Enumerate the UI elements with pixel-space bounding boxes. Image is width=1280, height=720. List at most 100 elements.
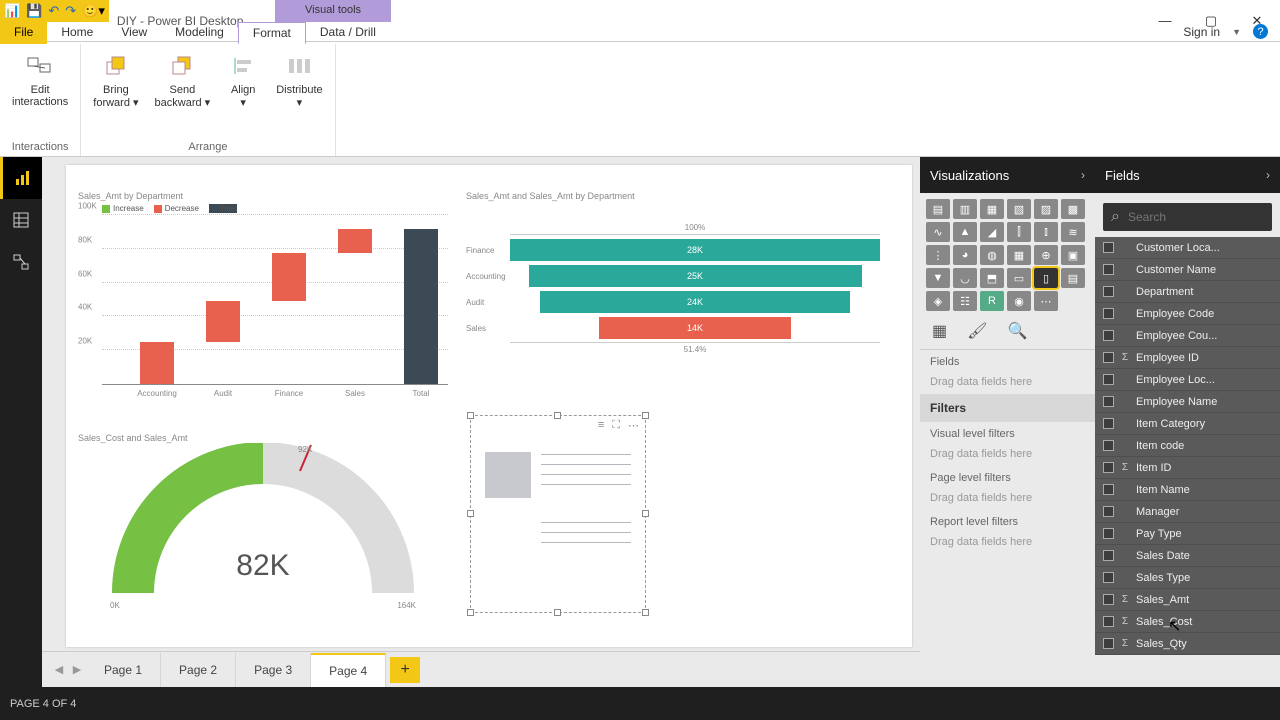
- field-item[interactable]: Item Category: [1095, 413, 1280, 435]
- field-item[interactable]: Department: [1095, 281, 1280, 303]
- emoji-icon[interactable]: 🙂▾: [82, 3, 105, 19]
- field-item[interactable]: Customer Name: [1095, 259, 1280, 281]
- gauge-chart[interactable]: Sales_Cost and Sales_Amt 92K 82K 0K164K: [78, 433, 448, 633]
- vis-line-column-icon[interactable]: ⫿: [1007, 222, 1031, 242]
- vis-clustered-column-icon[interactable]: ▧: [1007, 199, 1031, 219]
- chevron-down-icon[interactable]: ▼: [1232, 27, 1241, 37]
- undo-icon[interactable]: ↶: [48, 3, 59, 19]
- tab-data-drill[interactable]: Data / Drill: [306, 22, 390, 44]
- vis-multi-card-icon[interactable]: ▤: [1061, 268, 1085, 288]
- field-checkbox[interactable]: [1103, 374, 1114, 385]
- report-filters-well[interactable]: Drag data fields here: [920, 530, 1095, 554]
- vis-pie-icon[interactable]: ◕: [953, 245, 977, 265]
- tab-format[interactable]: Format: [238, 22, 306, 44]
- field-checkbox[interactable]: [1103, 352, 1114, 363]
- field-checkbox[interactable]: [1103, 330, 1114, 341]
- pane-header[interactable]: Visualizations›: [920, 157, 1095, 193]
- report-page[interactable]: Sales_Amt by Department Increase Decreas…: [66, 165, 912, 647]
- redo-icon[interactable]: ↷: [65, 3, 76, 19]
- field-checkbox[interactable]: [1103, 462, 1114, 473]
- tab-home[interactable]: Home: [47, 22, 107, 44]
- card-visual-placeholder[interactable]: ≡ ⛶ ⋯: [470, 415, 646, 613]
- field-checkbox[interactable]: [1103, 396, 1114, 407]
- field-checkbox[interactable]: [1103, 440, 1114, 451]
- vis-map-icon[interactable]: ⊕: [1034, 245, 1058, 265]
- help-icon[interactable]: ?: [1253, 24, 1268, 39]
- vis-line-stacked-icon[interactable]: ⫾: [1034, 222, 1058, 242]
- field-item[interactable]: ΣSales_Cost: [1095, 611, 1280, 633]
- field-item[interactable]: Employee Name: [1095, 391, 1280, 413]
- field-checkbox[interactable]: [1103, 616, 1114, 627]
- vis-stacked-column-icon[interactable]: ▦: [980, 199, 1004, 219]
- field-checkbox[interactable]: [1103, 550, 1114, 561]
- field-checkbox[interactable]: [1103, 242, 1114, 253]
- vis-donut-icon[interactable]: ◍: [980, 245, 1004, 265]
- field-item[interactable]: Sales Type: [1095, 567, 1280, 589]
- vis-kpi-icon[interactable]: ◈: [926, 291, 950, 311]
- funnel-chart[interactable]: Sales_Amt and Sales_Amt by Department 10…: [466, 191, 880, 391]
- vis-table-icon[interactable]: ☷: [953, 291, 977, 311]
- page-tab[interactable]: Page 3: [236, 653, 311, 687]
- tab-modeling[interactable]: Modeling: [161, 22, 238, 44]
- fields-well[interactable]: Drag data fields here: [920, 370, 1095, 394]
- page-prev-button[interactable]: ◀: [50, 658, 68, 682]
- file-tab[interactable]: File: [0, 22, 47, 44]
- visual-filters-well[interactable]: Drag data fields here: [920, 442, 1095, 466]
- save-icon[interactable]: 💾: [26, 3, 42, 19]
- vis-funnel-icon[interactable]: ▼: [926, 268, 950, 288]
- pane-header[interactable]: Fields›: [1095, 157, 1280, 193]
- signin-link[interactable]: Sign in: [1183, 25, 1220, 39]
- vis-slicer-icon[interactable]: ▭: [1007, 268, 1031, 288]
- vis-treemap-icon[interactable]: ▦: [1007, 245, 1031, 265]
- analytics-tab-icon[interactable]: 🔍: [1007, 321, 1027, 341]
- model-view-button[interactable]: [0, 241, 42, 283]
- field-item[interactable]: Customer Loca...: [1095, 237, 1280, 259]
- tab-view[interactable]: View: [107, 22, 161, 44]
- vis-100-bar-icon[interactable]: ▨: [1034, 199, 1058, 219]
- field-checkbox[interactable]: [1103, 264, 1114, 275]
- vis-r-icon[interactable]: R: [980, 291, 1004, 311]
- vis-waterfall-icon[interactable]: ⬒: [980, 268, 1004, 288]
- field-item[interactable]: Employee Cou...: [1095, 325, 1280, 347]
- align-button[interactable]: Align▾: [220, 48, 266, 111]
- focus-mode-icon[interactable]: ⛶: [612, 419, 620, 432]
- field-item[interactable]: Sales Date: [1095, 545, 1280, 567]
- more-options-icon[interactable]: ⋯: [628, 419, 639, 432]
- vis-stacked-bar-icon[interactable]: ▤: [926, 199, 950, 219]
- vis-100-column-icon[interactable]: ▩: [1061, 199, 1085, 219]
- edit-interactions-button[interactable]: Edit interactions: [6, 48, 74, 110]
- distribute-button[interactable]: Distribute▾: [270, 48, 328, 111]
- field-checkbox[interactable]: [1103, 418, 1114, 429]
- field-checkbox[interactable]: [1103, 594, 1114, 605]
- field-item[interactable]: Employee Code: [1095, 303, 1280, 325]
- waterfall-chart[interactable]: Sales_Amt by Department Increase Decreas…: [78, 191, 448, 421]
- vis-scatter-icon[interactable]: ⋮: [926, 245, 950, 265]
- field-checkbox[interactable]: [1103, 528, 1114, 539]
- fields-tab-icon[interactable]: ▦: [932, 321, 947, 341]
- chevron-right-icon[interactable]: ›: [1081, 168, 1085, 182]
- field-item[interactable]: Employee Loc...: [1095, 369, 1280, 391]
- field-item[interactable]: ΣItem ID: [1095, 457, 1280, 479]
- vis-line-icon[interactable]: ∿: [926, 222, 950, 242]
- page-tab[interactable]: Page 4: [311, 653, 386, 687]
- vis-ribbon-icon[interactable]: ≋: [1061, 222, 1085, 242]
- vis-card-icon[interactable]: ▯: [1034, 268, 1058, 288]
- page-tab[interactable]: Page 1: [86, 653, 161, 687]
- hamburger-icon[interactable]: ≡: [598, 419, 604, 431]
- chevron-right-icon[interactable]: ›: [1266, 168, 1270, 182]
- bring-forward-button[interactable]: Bringforward ▾: [87, 48, 144, 111]
- field-item[interactable]: ΣEmployee ID: [1095, 347, 1280, 369]
- field-item[interactable]: Item code: [1095, 435, 1280, 457]
- field-item[interactable]: Manager: [1095, 501, 1280, 523]
- data-view-button[interactable]: [0, 199, 42, 241]
- vis-more-icon[interactable]: ⋯: [1034, 291, 1058, 311]
- field-checkbox[interactable]: [1103, 506, 1114, 517]
- vis-clustered-bar-icon[interactable]: ▥: [953, 199, 977, 219]
- field-checkbox[interactable]: [1103, 286, 1114, 297]
- field-checkbox[interactable]: [1103, 638, 1114, 649]
- field-item[interactable]: Pay Type: [1095, 523, 1280, 545]
- field-item[interactable]: Item Name: [1095, 479, 1280, 501]
- vis-filled-map-icon[interactable]: ▣: [1061, 245, 1085, 265]
- field-checkbox[interactable]: [1103, 308, 1114, 319]
- vis-python-icon[interactable]: ◉: [1007, 291, 1031, 311]
